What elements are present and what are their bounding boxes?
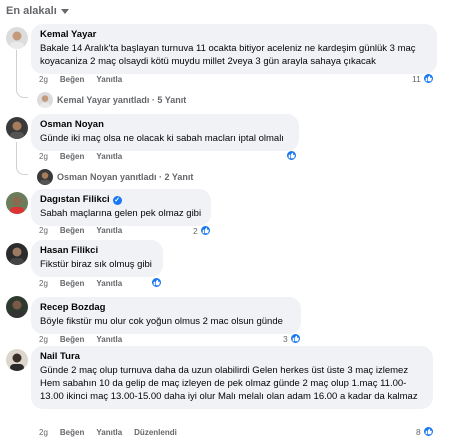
comment-author[interactable]: Dagıstan Filikci ✓ xyxy=(40,194,202,206)
reaction-number: 8 xyxy=(416,426,421,437)
view-replies-link[interactable]: Kemal Yayar yanıtladı · 5 Yanıt xyxy=(37,92,186,108)
comment-text: Sabah maçlarına gelen pek olmaz gibi xyxy=(40,208,202,219)
avatar[interactable] xyxy=(6,27,28,49)
thread-line xyxy=(16,142,17,167)
comment-text: Günde 2 maç olup turnuva daha da uzun ol… xyxy=(40,365,418,402)
comment-bubble: Kemal Yayar Bakale 14 Aralık'ta başlayan… xyxy=(31,24,437,74)
comment-text: Bakale 14 Aralık'ta başlayan turnuva 11 … xyxy=(40,43,416,67)
sort-label: En alakalı xyxy=(6,5,57,17)
comment-time[interactable]: 2g xyxy=(39,75,48,84)
reply-button[interactable]: Yanıtla xyxy=(96,226,122,235)
comment-author[interactable]: Hasan Filikci xyxy=(40,245,154,257)
reaction-count[interactable]: 3 xyxy=(283,333,301,344)
comment-time[interactable]: 2g xyxy=(39,279,48,288)
comment-bubble: Osman Noyan Günde iki maç olsa ne olacak… xyxy=(31,114,299,151)
comment-text: Böyle fikstür mu olur cok yoğun olmus 2 … xyxy=(40,316,283,327)
thread-curve xyxy=(16,88,28,98)
like-button[interactable]: Beğen xyxy=(60,75,84,84)
like-icon xyxy=(422,73,434,84)
chevron-down-icon xyxy=(60,9,69,14)
comment-time[interactable]: 2g xyxy=(39,428,48,437)
avatar[interactable] xyxy=(6,117,28,139)
like-icon xyxy=(289,333,301,344)
avatar[interactable] xyxy=(6,349,28,371)
reply-button[interactable]: Yanıtla xyxy=(96,152,122,161)
replies-text: Kemal Yayar yanıtladı · 5 Yanıt xyxy=(57,95,187,105)
like-button[interactable]: Beğen xyxy=(60,279,84,288)
reaction-count[interactable] xyxy=(286,150,297,161)
comment-actions: 2g Beğen Yanıtla xyxy=(39,226,122,235)
comment-text: Fikstür biraz sık olmuş gibi xyxy=(40,259,152,270)
comment-author[interactable]: Nail Tura xyxy=(40,351,424,363)
comment-bubble: Dagıstan Filikci ✓ Sabah maçlarına gelen … xyxy=(31,189,211,226)
comment-author[interactable]: Osman Noyan xyxy=(40,119,290,131)
comment-time[interactable]: 2g xyxy=(39,335,48,344)
like-button[interactable]: Beğen xyxy=(60,226,84,235)
comment-author[interactable]: Recep Bozdag xyxy=(40,302,292,314)
like-icon xyxy=(199,225,211,236)
verified-badge-icon: ✓ xyxy=(112,195,122,205)
avatar[interactable] xyxy=(6,243,28,265)
comment-actions: 2g Beğen Yanıtla xyxy=(39,152,122,161)
comment-time[interactable]: 2g xyxy=(39,226,48,235)
edited-label[interactable]: Düzenlendi xyxy=(134,428,177,437)
reply-button[interactable]: Yanıtla xyxy=(96,279,122,288)
like-icon xyxy=(286,150,297,161)
reply-button[interactable]: Yanıtla xyxy=(96,75,122,84)
thread-curve xyxy=(16,165,28,175)
comment-time[interactable]: 2g xyxy=(39,152,48,161)
reaction-number: 2 xyxy=(193,225,198,236)
sort-dropdown[interactable]: En alakalı xyxy=(6,5,69,17)
reaction-count[interactable] xyxy=(151,277,162,288)
thread-line xyxy=(16,50,17,90)
reaction-count[interactable]: 11 xyxy=(412,73,434,84)
avatar[interactable] xyxy=(6,296,28,318)
reaction-count[interactable]: 8 xyxy=(416,426,434,437)
comment-actions: 2g Beğen Yanıtla xyxy=(39,279,122,288)
comment-text: Günde iki maç olsa ne olacak ki sabah ma… xyxy=(40,133,284,144)
like-icon xyxy=(422,426,434,437)
reply-button[interactable]: Yanıtla xyxy=(96,428,122,437)
replies-text: Osman Noyan yanıtladı · 2 Yanıt xyxy=(57,172,194,182)
view-replies-link[interactable]: Osman Noyan yanıtladı · 2 Yanıt xyxy=(37,169,193,185)
comment-bubble: Recep Bozdag Böyle fikstür mu olur cok y… xyxy=(31,297,301,334)
avatar xyxy=(37,92,53,108)
avatar[interactable] xyxy=(6,192,28,214)
reaction-number: 11 xyxy=(412,73,421,84)
comment-bubble: Hasan Filikci Fikstür biraz sık olmuş gi… xyxy=(31,240,163,277)
like-button[interactable]: Beğen xyxy=(60,428,84,437)
reaction-number: 3 xyxy=(283,333,288,344)
comment-actions: 2g Beğen Yanıtla xyxy=(39,75,122,84)
like-button[interactable]: Beğen xyxy=(60,335,84,344)
comment-author[interactable]: Kemal Yayar xyxy=(40,29,428,41)
like-icon xyxy=(151,277,162,288)
reply-button[interactable]: Yanıtla xyxy=(96,335,122,344)
comment-bubble: Nail Tura Günde 2 maç olup turnuva daha … xyxy=(31,346,433,409)
reaction-count[interactable]: 2 xyxy=(193,225,211,236)
avatar xyxy=(37,169,53,185)
like-button[interactable]: Beğen xyxy=(60,152,84,161)
comment-actions: 2g Beğen Yanıtla xyxy=(39,335,122,344)
comment-actions: 2g Beğen Yanıtla Düzenlendi xyxy=(39,428,177,437)
